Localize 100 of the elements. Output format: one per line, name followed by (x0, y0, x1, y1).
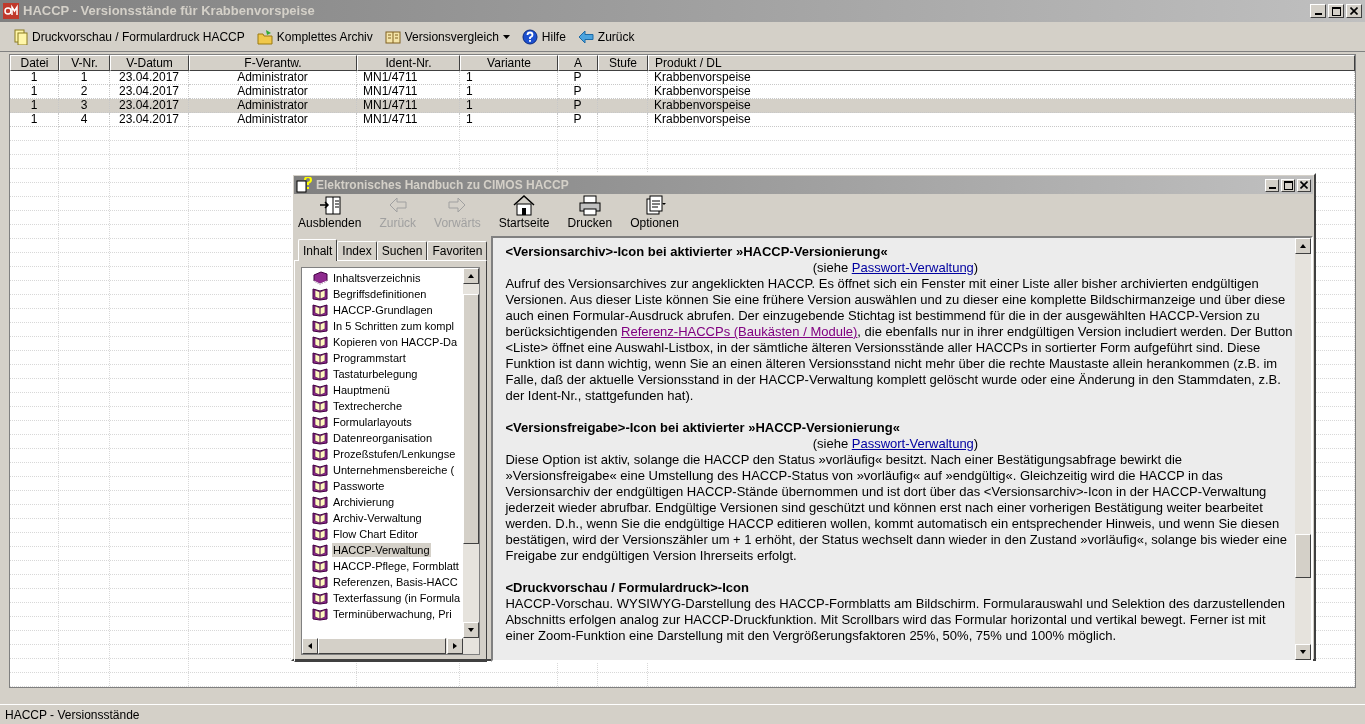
tab[interactable]: Suchen (376, 241, 428, 260)
open-book-icon (312, 335, 328, 349)
tree-item[interactable]: Prozeßstufen/Lenkungse (332, 447, 457, 461)
arrow-up-icon (1299, 242, 1308, 250)
maximize-button[interactable] (1328, 4, 1344, 18)
column-header[interactable]: V-Nr. (59, 55, 110, 71)
toolbar-button[interactable]: Drucken (567, 194, 613, 230)
horizontal-scrollbar[interactable] (302, 638, 480, 654)
table-cell: 1 (10, 113, 59, 127)
arrow-down-icon (467, 626, 476, 634)
close-button[interactable] (1346, 4, 1362, 18)
section-heading: <Druckvorschau / Formulardruck>-Icon (505, 580, 750, 596)
scroll-thumb[interactable] (463, 294, 480, 544)
scroll-up-button[interactable] (1295, 238, 1312, 254)
tree-item[interactable]: HACCP-Grundlagen (332, 303, 434, 317)
column-header[interactable]: Produkt / DL (648, 55, 1355, 71)
dropdown-caret-icon (502, 34, 510, 39)
tree-item[interactable]: Formularlayouts (332, 415, 413, 429)
scroll-down-button[interactable] (1295, 644, 1312, 660)
printer-icon (577, 194, 602, 216)
tree-item[interactable]: Archiv-Verwaltung (332, 511, 423, 525)
paragraph: HACCP-Vorschau. WYSIWYG-Darstellung des HACCP-Formblatts am Bildschirm. Formularauswahl und Selektion des darzustellenden Abschnitts erfolgen analog zur HACCP-Druckfunktion. Mit Scrollbars wird das Formular horizontal und vertikal bewegt. Ferner ist mit einer Zoom-Funktion eine Darstellung mit den Vergrößerungsfaktoren 25%, 50%, 75% und 100% möglich. (505, 596, 1287, 644)
table-cell: 1 (460, 113, 558, 127)
minimize-button[interactable] (1265, 178, 1279, 192)
column-header[interactable]: Ident-Nr. (357, 55, 460, 71)
tree-item[interactable]: Begriffsdefinitionen (332, 287, 428, 301)
toolbar-button[interactable]: Startseite (498, 194, 550, 230)
open-book-icon (312, 287, 328, 301)
tree-item[interactable]: Textrecherche (332, 399, 404, 413)
tree-item[interactable]: Kopieren von HACCP-Da (332, 335, 459, 349)
column-header[interactable]: Variante (460, 55, 558, 71)
tree-item[interactable]: Flow Chart Editor (332, 527, 419, 541)
minimize-icon (1314, 13, 1322, 15)
tree-item[interactable]: Inhaltsverzeichnis (332, 271, 422, 285)
close-button[interactable] (1297, 178, 1311, 192)
scrollbar[interactable] (463, 268, 480, 638)
tree-item[interactable]: Unternehmensbereiche ( (332, 463, 456, 477)
column-header[interactable]: F-Verantw. (189, 55, 357, 71)
maximize-button[interactable] (1281, 178, 1295, 192)
scroll-down-button[interactable] (463, 622, 480, 638)
table-row[interactable]: 1 2 23.04.2017 Administrator MN1/4711 1 P Krabbenvorspeise (10, 85, 1355, 99)
tree-item[interactable]: Programmstart (332, 351, 407, 365)
tab[interactable]: Favoriten (427, 241, 488, 260)
tab[interactable]: Inhalt (298, 239, 338, 261)
table-row[interactable]: 1 3 23.04.2017 Administrator MN1/4711 1 P Krabbenvorspeise (10, 99, 1355, 113)
tab[interactable]: Index (337, 241, 377, 260)
link[interactable]: Passwort-Verwaltung (851, 260, 974, 275)
see-also-text: (siehe Passwort-Verwaltung) (812, 436, 979, 451)
column-header[interactable]: Stufe (598, 55, 648, 71)
scrollbar[interactable] (1295, 238, 1312, 660)
tree-item[interactable]: Referenzen, Basis-HACC (332, 575, 459, 589)
tree-item[interactable]: HACCP-Verwaltung (332, 543, 431, 557)
scroll-right-button[interactable] (447, 638, 464, 654)
app-icon (3, 3, 19, 19)
toolbar-button[interactable]: Versionsvergleich (384, 24, 510, 49)
toolbar-button[interactable]: Zurück (577, 24, 635, 49)
paragraph: Diese Option ist aktiv, solange die HACCP den Status »vorläufig« besitzt. Nach einer Bestätigungsabfrage bewirkt die »Versionsfreigabe« eine Umstellung des HACCP-Status von »vorläufig« auf »endgültig«. Gleichzeitig wird die HACCP in das Versionsarchiv der endgültigen HACCP-Stände übernommen und ist dort über das <Versionsarchiv>-Icon in der HACCP-Verwaltung jederzeit wieder abrufbar. Endgültige Versionen sind geschützt und können erst nach einer vorherigen Bestätigung weiter bearbeitet werden. D.h., wenn Sie die endgültige HACCP editieren wollen, kommt automatisch ein entsprechender Hinweis, und wenn Sie diesen bestätigen, wird der Versionszähler um + 1 erhöht, der Status wechselt dann wieder in den Zustand »vorläufig«, solange bis wieder eine Freigabe zur endgültigen Version Ihrerseits erfolgt. (505, 452, 1288, 564)
toolbar-button[interactable]: Ausblenden (298, 194, 362, 230)
open-book-icon (312, 479, 328, 493)
book-icon (312, 271, 328, 285)
toolbar-button[interactable]: Optionen (630, 194, 679, 230)
minimize-icon (1268, 187, 1276, 189)
tree-item[interactable]: Hauptmenü (332, 383, 391, 397)
column-header[interactable]: Datei (10, 55, 59, 71)
table-cell: 23.04.2017 (110, 113, 189, 127)
tree-item[interactable]: Passworte (332, 479, 386, 493)
scroll-left-button[interactable] (302, 638, 318, 654)
table-cell: P (558, 113, 598, 127)
open-book-icon (312, 463, 328, 477)
toolbar-button[interactable]: Komplettes Archiv (256, 24, 373, 49)
open-book-icon (312, 431, 328, 445)
scroll-up-button[interactable] (463, 268, 480, 284)
open-book-icon (312, 607, 328, 621)
tree-item[interactable]: Texterfassung (in Formula (332, 591, 462, 605)
table-cell (598, 113, 648, 127)
minimize-button[interactable] (1310, 4, 1326, 18)
column-header[interactable]: A (558, 55, 598, 71)
open-book-icon (312, 351, 328, 365)
maximize-icon (1283, 180, 1293, 190)
panel-icon (317, 194, 342, 216)
book-icon (384, 28, 401, 45)
table-row[interactable]: 1 4 23.04.2017 Administrator MN1/4711 1 P Krabbenvorspeise (10, 113, 1355, 127)
tree-item[interactable]: In 5 Schritten zum kompl (332, 319, 456, 333)
scroll-thumb[interactable] (318, 638, 446, 654)
open-book-icon (312, 303, 328, 317)
tree-item[interactable]: Archivierung (332, 495, 396, 509)
link[interactable]: Passwort-Verwaltung (851, 436, 974, 451)
open-book-icon (312, 511, 328, 525)
open-book-icon (312, 383, 328, 397)
open-book-icon (312, 543, 328, 557)
column-header[interactable]: V-Datum (110, 55, 189, 71)
tree-item[interactable]: HACCP-Pflege, Formblatt (332, 559, 460, 573)
window-title: Elektronisches Handbuch zu CIMOS HACCP (316, 177, 569, 194)
scroll-thumb[interactable] (1295, 534, 1312, 578)
table-row[interactable]: 1 1 23.04.2017 Administrator MN1/4711 1 P Krabbenvorspeise (10, 71, 1355, 85)
tree-item[interactable]: Terminüberwachung, Pri (332, 607, 453, 621)
tree-item[interactable]: Datenreorganisation (332, 431, 434, 445)
tree-item[interactable]: Tastaturbelegung (332, 367, 419, 381)
toolbar-button[interactable]: Druckvorschau / Formulardruck HACCP (12, 24, 245, 49)
toolbar-button[interactable]: Hilfe (521, 24, 566, 49)
